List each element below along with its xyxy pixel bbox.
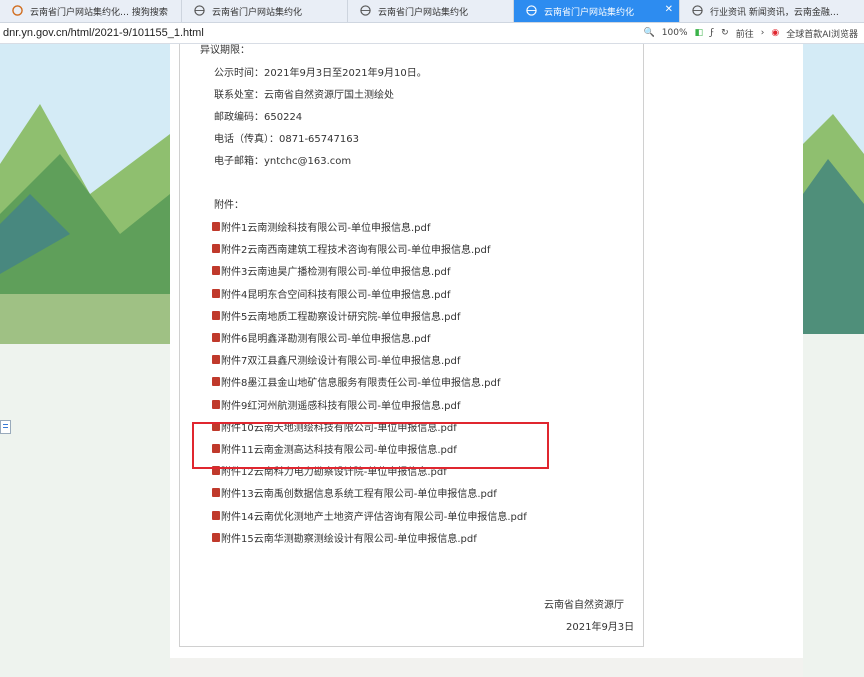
tab-label: 云南省门户网站集约化	[544, 7, 635, 18]
attachments-label: 附件：	[214, 200, 244, 211]
notice-period: 公示时间：2021年9月3日至2021年9月10日。	[214, 68, 427, 79]
pdf-icon	[212, 510, 220, 520]
address-bar: dnr.yn.gov.cn/html/2021-9/101155_1.html …	[0, 23, 864, 44]
attachment-label: 附件8墨江县金山地矿信息服务有限责任公司-单位申报信息.pdf	[221, 378, 501, 390]
highlight-box	[192, 422, 549, 469]
pdf-icon	[212, 377, 220, 387]
tab-4-active[interactable]: 云南省门户网站集约化 ✕	[514, 0, 680, 22]
attachment-link[interactable]: 附件7双江县鑫尺测绘设计有限公司-单位申报信息.pdf	[212, 352, 460, 367]
attachment-label: 附件9红河州航测遥感科技有限公司-单位申报信息.pdf	[221, 400, 461, 412]
close-tab-icon[interactable]: ✕	[665, 4, 673, 15]
attachment-link[interactable]: 附件14云南优化测地产土地资产评估咨询有限公司-单位申报信息.pdf	[212, 508, 527, 523]
go-button[interactable]: 前往	[736, 27, 754, 40]
pdf-icon	[212, 532, 220, 542]
attachment-label: 附件4昆明东合空间科技有限公司-单位申报信息.pdf	[221, 289, 451, 301]
url-field[interactable]: dnr.yn.gov.cn/html/2021-9/101155_1.html	[3, 27, 204, 39]
share-icon[interactable]: ϝ	[710, 28, 714, 38]
zoom-level[interactable]: 100%	[662, 28, 688, 38]
attachment-label: 附件5云南地质工程勘察设计研究院-单位申报信息.pdf	[221, 311, 461, 323]
signature-date: 2021年9月3日	[566, 622, 635, 633]
intro-line: 异议期限：	[200, 45, 250, 56]
pdf-icon	[212, 488, 220, 498]
attachment-label: 附件1云南测绘科技有限公司-单位申报信息.pdf	[221, 223, 431, 234]
promo-label[interactable]: 全球首款AI浏览器	[786, 27, 858, 40]
left-scenery	[0, 44, 170, 677]
attachment-label: 附件14云南优化测地产土地资产评估咨询有限公司-单位申报信息.pdf	[221, 511, 527, 523]
pdf-icon	[212, 266, 220, 276]
tab-bar: 云南省门户网站集约化… 搜狗搜索 云南省门户网站集约化 云南省门户网站集约化 云…	[0, 0, 864, 23]
tab-1[interactable]: 云南省门户网站集约化… 搜狗搜索	[0, 0, 182, 22]
browser-logo-icon: ◉	[771, 28, 780, 38]
right-scenery	[803, 44, 864, 677]
pdf-icon	[212, 222, 220, 231]
toolbar: 🔍 100% ◧ ϝ ↻ 前往 › ◉ 全球首款AI浏览器	[644, 23, 864, 43]
pdf-icon	[212, 310, 220, 320]
attachment-link[interactable]: 附件6昆明鑫泽勘测有限公司-单位申报信息.pdf	[212, 330, 430, 345]
attachment-link[interactable]: 附件5云南地质工程勘察设计研究院-单位申报信息.pdf	[212, 308, 460, 323]
globe-icon	[692, 5, 703, 16]
zoom-icon[interactable]: 🔍	[644, 28, 655, 38]
attachment-link[interactable]: 附件1云南测绘科技有限公司-单位申报信息.pdf	[212, 219, 430, 234]
chevron-right-icon[interactable]: ›	[761, 28, 765, 38]
pdf-icon	[212, 399, 220, 409]
attachment-link[interactable]: 附件4昆明东合空间科技有限公司-单位申报信息.pdf	[212, 286, 450, 301]
attachment-link[interactable]: 附件15云南华测勘察测绘设计有限公司-单位申报信息.pdf	[212, 530, 477, 545]
attachment-link[interactable]: 附件3云南迪昊广播检测有限公司-单位申报信息.pdf	[212, 263, 450, 278]
attachment-link[interactable]: 附件2云南西南建筑工程技术咨询有限公司-单位申报信息.pdf	[212, 241, 490, 256]
refresh-icon[interactable]: ↻	[721, 28, 729, 38]
postcode: 邮政编码：650224	[214, 112, 303, 123]
tab-label: 云南省门户网站集约化	[378, 7, 469, 18]
attachment-label: 附件15云南华测勘察测绘设计有限公司-单位申报信息.pdf	[221, 533, 477, 545]
side-toolbar-widget[interactable]	[0, 420, 11, 434]
tab-2[interactable]: 云南省门户网站集约化	[182, 0, 348, 22]
attachment-link[interactable]: 附件9红河州航测遥感科技有限公司-单位申报信息.pdf	[212, 397, 460, 412]
pdf-icon	[212, 288, 220, 298]
tab-5[interactable]: 行业资讯 新闻资讯，云南金融…	[680, 0, 864, 22]
phone: 电话（传真）：0871-65747163	[214, 134, 359, 145]
globe-icon	[194, 5, 205, 16]
globe-icon	[12, 5, 23, 16]
contact-unit: 联系处室：云南省自然资源厅国土测绘处	[214, 90, 394, 101]
attachment-label: 附件2云南西南建筑工程技术咨询有限公司-单位申报信息.pdf	[221, 245, 491, 257]
attachment-link[interactable]: 附件8墨江县金山地矿信息服务有限责任公司-单位申报信息.pdf	[212, 374, 500, 389]
tab-label: 云南省门户网站集约化… 搜狗搜索	[30, 7, 168, 18]
pdf-icon	[212, 333, 220, 342]
bookmark-icon[interactable]: ◧	[695, 28, 704, 38]
tab-label: 行业资讯 新闻资讯，云南金融…	[710, 7, 839, 18]
attachment-label: 附件7双江县鑫尺测绘设计有限公司-单位申报信息.pdf	[221, 356, 461, 368]
attachment-label: 附件13云南禹创数据信息系统工程有限公司-单位申报信息.pdf	[221, 489, 497, 501]
attachment-label: 附件3云南迪昊广播检测有限公司-单位申报信息.pdf	[221, 267, 451, 279]
pdf-icon	[212, 244, 220, 254]
globe-icon	[360, 5, 371, 16]
signature-org: 云南省自然资源厅	[544, 600, 624, 611]
globe-icon	[526, 5, 537, 16]
attachment-link[interactable]: 附件13云南禹创数据信息系统工程有限公司-单位申报信息.pdf	[212, 485, 497, 500]
attachment-label: 附件6昆明鑫泽勘测有限公司-单位申报信息.pdf	[221, 334, 431, 345]
email: 电子邮箱：yntchc@163.com	[214, 156, 352, 167]
tab-label: 云南省门户网站集约化	[212, 7, 303, 18]
pdf-icon	[212, 355, 220, 365]
tab-3[interactable]: 云南省门户网站集约化	[348, 0, 514, 22]
